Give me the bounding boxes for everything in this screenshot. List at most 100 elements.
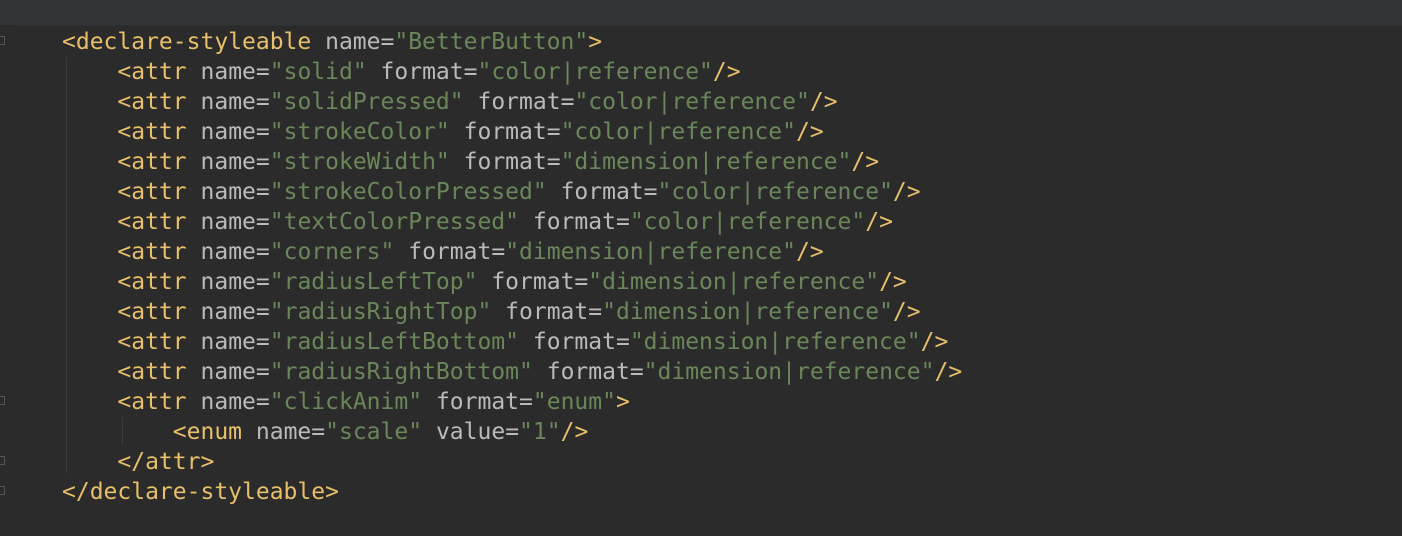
- code-line[interactable]: <attr name="radiusRightBottom" format="d…: [62, 357, 962, 387]
- xml-attribute-name: name: [325, 29, 381, 55]
- xml-attribute-value: "BetterButton": [394, 29, 589, 55]
- code-line[interactable]: </declare-styleable>: [62, 477, 962, 507]
- xml-attribute-name: name: [200, 269, 256, 295]
- xml-attribute-name: format: [463, 119, 547, 145]
- xml-tag-close: />: [934, 359, 963, 385]
- xml-tag-close: />: [892, 299, 921, 325]
- code-line[interactable]: <attr name="clickAnim" format="enum">: [62, 387, 962, 417]
- code-line[interactable]: <declare-styleable name="BetterButton">: [62, 27, 962, 57]
- xml-attribute-value: "dimension|reference": [588, 269, 880, 295]
- xml-attribute-value: "solid": [269, 59, 367, 85]
- xml-attribute-name: format: [532, 329, 616, 355]
- code-line[interactable]: <enum name="scale" value="1"/>: [62, 417, 962, 447]
- xml-attribute-name: name: [200, 389, 256, 415]
- code-line[interactable]: <attr name="solidPressed" format="color|…: [62, 87, 962, 117]
- xml-attribute-value: "strokeWidth": [269, 149, 450, 175]
- xml-attribute-value: "color|reference": [574, 89, 810, 115]
- xml-tag-close: />: [879, 269, 907, 295]
- xml-attribute-value: "dimension|reference": [560, 149, 852, 175]
- xml-attribute-value: "color|reference": [629, 209, 866, 235]
- xml-attribute-name: name: [200, 149, 256, 175]
- xml-attribute-name: name: [200, 209, 256, 235]
- xml-tag-close: />: [865, 209, 893, 235]
- xml-attribute-name: format: [532, 209, 616, 235]
- code-text[interactable]: <declare-styleable name="BetterButton"> …: [62, 27, 962, 507]
- xml-attribute-name: format: [560, 179, 644, 205]
- xml-tag-open: <declare-styleable: [62, 29, 312, 55]
- xml-tag-open: <attr: [117, 89, 187, 115]
- editor-gutter[interactable]: [0, 25, 14, 536]
- code-line[interactable]: <attr name="strokeColorPressed" format="…: [62, 177, 962, 207]
- xml-attribute-name: value: [435, 419, 506, 445]
- xml-attribute-name: name: [200, 329, 256, 355]
- xml-attribute-value: "color|reference": [560, 119, 796, 145]
- xml-attribute-name: name: [200, 299, 256, 325]
- xml-tag-close: />: [892, 179, 921, 205]
- fold-marker-icon[interactable]: [0, 486, 5, 495]
- xml-tag-open: <attr: [117, 209, 187, 235]
- xml-tag-open: <attr: [117, 329, 187, 355]
- xml-attribute-name: format: [408, 239, 492, 265]
- xml-attribute-value: "strokeColor": [269, 119, 450, 145]
- xml-attribute-name: name: [200, 119, 256, 145]
- code-line[interactable]: <attr name="corners" format="dimension|r…: [62, 237, 962, 267]
- xml-attribute-name: name: [200, 89, 256, 115]
- xml-attribute-value: "radiusRightBottom": [269, 359, 533, 385]
- xml-tag-open: <attr: [117, 299, 187, 325]
- xml-tag-close: >: [200, 449, 215, 475]
- code-line[interactable]: <attr name="strokeColor" format="color|r…: [62, 117, 962, 147]
- xml-tag-open: </declare-styleable: [62, 479, 326, 505]
- code-line[interactable]: <attr name="radiusLeftBottom" format="di…: [62, 327, 962, 357]
- code-editor[interactable]: <declare-styleable name="BetterButton"> …: [0, 0, 1402, 536]
- xml-attribute-value: "1": [519, 419, 561, 445]
- xml-attribute-name: format: [380, 59, 464, 85]
- xml-attribute-value: "scale": [325, 419, 423, 445]
- fold-marker-icon[interactable]: [0, 36, 5, 45]
- xml-attribute-value: "strokeColorPressed": [269, 179, 547, 205]
- code-line[interactable]: <attr name="radiusLeftTop" format="dimen…: [62, 267, 962, 297]
- xml-attribute-value: "radiusLeftTop": [269, 269, 478, 295]
- code-line[interactable]: <attr name="textColorPressed" format="co…: [62, 207, 962, 237]
- code-line[interactable]: <attr name="solid" format="color|referen…: [62, 57, 962, 87]
- code-line[interactable]: <attr name="radiusRightTop" format="dime…: [62, 297, 962, 327]
- xml-tag-open: <attr: [117, 59, 187, 85]
- editor-top-bar: [0, 0, 1402, 26]
- fold-marker-icon[interactable]: [0, 456, 5, 465]
- xml-attribute-name: name: [200, 59, 256, 85]
- xml-attribute-name: format: [491, 269, 575, 295]
- xml-attribute-value: "dimension|reference": [505, 239, 796, 265]
- xml-attribute-name: format: [477, 89, 561, 115]
- code-line[interactable]: <attr name="strokeWidth" format="dimensi…: [62, 147, 962, 177]
- code-line[interactable]: </attr>: [62, 447, 962, 477]
- xml-tag-close: >: [588, 29, 603, 55]
- xml-attribute-value: "dimension|reference": [643, 359, 935, 385]
- xml-attribute-value: "color|reference": [477, 59, 713, 85]
- xml-attribute-value: "clickAnim": [269, 389, 423, 415]
- xml-tag-open: <attr: [117, 269, 187, 295]
- xml-attribute-value: "radiusRightTop": [269, 299, 492, 325]
- xml-tag-close: />: [851, 149, 880, 175]
- xml-attribute-name: format: [435, 389, 520, 415]
- xml-tag-close: />: [712, 59, 741, 85]
- xml-attribute-value: "dimension|reference": [629, 329, 921, 355]
- xml-attribute-name: format: [463, 149, 547, 175]
- xml-tag-close: />: [795, 239, 824, 265]
- xml-attribute-name: name: [200, 179, 256, 205]
- xml-tag-open: <enum: [172, 419, 243, 445]
- xml-attribute-value: "corners": [269, 239, 395, 265]
- xml-attribute-name: name: [200, 359, 256, 385]
- xml-tag-close: />: [560, 419, 589, 445]
- xml-tag-open: <attr: [117, 119, 187, 145]
- xml-attribute-name: name: [255, 419, 312, 445]
- fold-marker-icon[interactable]: [0, 396, 5, 405]
